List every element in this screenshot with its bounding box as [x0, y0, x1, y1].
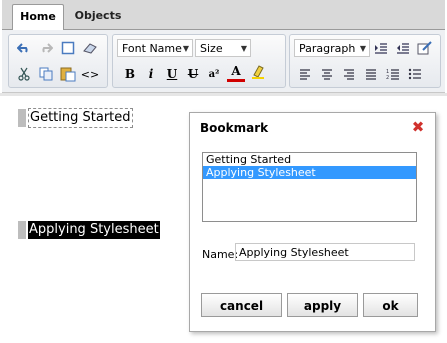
block-format-dropdown[interactable]: Paragraph ▼ — [294, 39, 370, 57]
chevron-down-icon: ▼ — [182, 44, 189, 53]
align-center-icon[interactable] — [318, 65, 336, 83]
tab-home[interactable]: Home — [12, 4, 64, 30]
italic-icon[interactable]: i — [142, 65, 160, 83]
tab-bar: Home Objects — [2, 0, 445, 30]
close-icon[interactable]: ✖ — [411, 120, 425, 135]
eraser-icon[interactable] — [81, 39, 99, 57]
ribbon-toolbar: <> Font Name ▼ Size ▼ B i U U a² A Parag… — [2, 30, 445, 93]
cut-icon[interactable] — [15, 65, 33, 83]
select-all-icon[interactable] — [59, 39, 77, 57]
undo-icon[interactable] — [15, 39, 33, 57]
bold-icon[interactable]: B — [121, 65, 139, 83]
bookmark-getting-started[interactable]: Getting Started — [28, 108, 133, 128]
font-name-value: Font Name — [122, 42, 182, 55]
edit-group: <> — [8, 34, 108, 88]
bookmark-list[interactable]: Getting Started Applying Stylesheet — [202, 152, 417, 222]
apply-button[interactable]: apply — [287, 293, 358, 317]
ok-button[interactable]: ok — [363, 293, 418, 317]
bullet-list-icon[interactable] — [406, 65, 424, 83]
tab-objects[interactable]: Objects — [70, 4, 126, 28]
underline-icon[interactable]: U — [163, 65, 181, 83]
highlight-icon[interactable] — [249, 63, 267, 81]
indent-icon[interactable] — [372, 39, 390, 57]
dialog-title: Bookmark — [200, 121, 269, 135]
block-format-value: Paragraph — [299, 42, 356, 55]
paste-icon[interactable] — [59, 65, 77, 83]
redo-icon[interactable] — [37, 39, 55, 57]
list-item-selected[interactable]: Applying Stylesheet — [203, 166, 416, 179]
justify-icon[interactable] — [362, 65, 380, 83]
align-right-icon[interactable] — [340, 65, 358, 83]
strikethrough-icon[interactable]: U — [184, 65, 202, 83]
source-code-icon[interactable]: <> — [81, 65, 99, 83]
chevron-down-icon: ▼ — [359, 44, 366, 53]
font-size-value: Size — [200, 42, 223, 55]
align-left-icon[interactable] — [296, 65, 314, 83]
svg-text:2: 2 — [386, 75, 389, 80]
font-name-dropdown[interactable]: Font Name ▼ — [117, 39, 193, 57]
numbered-list-icon[interactable]: 12 — [384, 65, 402, 83]
paragraph-group: Paragraph ▼ 12 — [289, 34, 441, 88]
font-color-icon[interactable]: A — [227, 63, 245, 82]
list-item[interactable]: Getting Started — [203, 153, 416, 166]
bookmark-dialog: Bookmark ✖ Getting Started Applying Styl… — [189, 112, 436, 332]
cancel-button[interactable]: cancel — [201, 293, 282, 317]
font-size-dropdown[interactable]: Size ▼ — [195, 39, 251, 57]
edit-icon[interactable] — [416, 39, 434, 57]
copy-icon[interactable] — [37, 65, 55, 83]
name-label: Name: — [202, 248, 239, 261]
superscript-icon[interactable]: a² — [205, 65, 223, 83]
bookmark-anchor-icon — [18, 109, 26, 127]
outdent-icon[interactable] — [394, 39, 412, 57]
font-group: Font Name ▼ Size ▼ B i U U a² A — [112, 34, 286, 88]
name-field[interactable]: Applying Stylesheet — [235, 243, 415, 261]
bookmark-applying-stylesheet[interactable]: Applying Stylesheet — [28, 221, 160, 239]
chevron-down-icon: ▼ — [240, 44, 247, 53]
bookmark-anchor-icon — [18, 221, 26, 239]
